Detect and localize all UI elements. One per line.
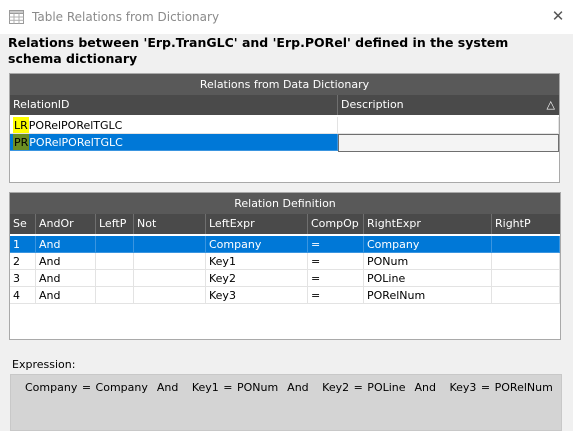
column-header-leftexpr[interactable]: LeftExpr	[206, 214, 308, 234]
not-cell	[134, 270, 206, 287]
expression-label: Expression:	[12, 358, 76, 371]
page-title: Relations between 'Erp.TranGLC' and 'Erp…	[8, 35, 509, 66]
column-header-compop[interactable]: CompOp	[308, 214, 364, 234]
description-cell-editor[interactable]	[338, 134, 559, 152]
seq-cell: 4	[10, 287, 36, 304]
column-header-label: Not	[137, 217, 157, 230]
title-bar: Table Relations from Dictionary ✕	[0, 0, 573, 34]
column-header-relationid[interactable]: RelationID	[10, 95, 338, 115]
leftp-cell	[96, 236, 134, 253]
sort-ascending-icon: △	[546, 98, 555, 111]
leftp-cell	[96, 253, 134, 270]
column-header-label: LeftP	[99, 217, 127, 230]
column-header-rightexpr[interactable]: RightExpr	[364, 214, 492, 234]
column-header-label: RightExpr	[367, 217, 421, 230]
definition-grid-title: Relation Definition	[10, 193, 560, 214]
rightp-cell	[492, 270, 560, 287]
not-cell	[134, 253, 206, 270]
column-header-description[interactable]: Description △	[338, 95, 559, 115]
relations-grid: Relations from Data Dictionary RelationI…	[9, 73, 560, 183]
table-icon	[9, 10, 24, 24]
relationid-cell: PRPORelPORelTGLC	[10, 134, 338, 151]
rightp-cell	[492, 253, 560, 270]
expression-text: Company = Company And Key1 = PONum And K…	[25, 381, 553, 394]
column-header-label: RightP	[495, 217, 531, 230]
definition-grid-header: Se AndOr LeftP Not LeftExpr CompOp Right…	[10, 214, 560, 234]
column-header-andor[interactable]: AndOr	[36, 214, 96, 234]
rightexpr-cell: PORelNum	[364, 287, 492, 304]
column-header-label: AndOr	[39, 217, 74, 230]
compop-cell: =	[308, 287, 364, 304]
table-row[interactable]: 4 And Key3 = PORelNum	[10, 287, 560, 304]
table-row[interactable]: PRPORelPORelTGLC	[10, 134, 559, 152]
leftexpr-cell: Company	[206, 236, 308, 253]
description-cell	[338, 117, 559, 134]
column-header-label: CompOp	[311, 217, 359, 230]
column-header-label: RelationID	[13, 98, 70, 111]
relationid-cell: LRPORelPORelTGLC	[10, 117, 338, 134]
column-header-label: Se	[13, 217, 27, 230]
relation-id-text: PORelPORelTGLC	[28, 119, 123, 132]
andor-cell: And	[36, 287, 96, 304]
andor-cell: And	[36, 270, 96, 287]
andor-cell: And	[36, 253, 96, 270]
relations-grid-title: Relations from Data Dictionary	[10, 74, 559, 95]
compop-cell: =	[308, 270, 364, 287]
compop-cell: =	[308, 236, 364, 253]
rightexpr-cell: Company	[364, 236, 492, 253]
relation-prefix-badge: PR	[13, 134, 30, 150]
leftp-cell	[96, 270, 134, 287]
column-header-seq[interactable]: Se	[10, 214, 36, 234]
seq-cell: 1	[10, 236, 36, 253]
leftexpr-cell: Key3	[206, 287, 308, 304]
table-row[interactable]: 1 And Company = Company	[10, 236, 560, 253]
expression-text-area[interactable]: Company = Company And Key1 = PONum And K…	[10, 374, 562, 431]
leftexpr-cell: Key1	[206, 253, 308, 270]
relations-grid-header: RelationID Description △	[10, 95, 559, 115]
definition-grid: Relation Definition Se AndOr LeftP Not L…	[9, 192, 561, 340]
seq-cell: 2	[10, 253, 36, 270]
rightexpr-cell: POLine	[364, 270, 492, 287]
rightp-cell	[492, 236, 560, 253]
seq-cell: 3	[10, 270, 36, 287]
leftexpr-cell: Key2	[206, 270, 308, 287]
relation-prefix-badge: LR	[13, 117, 29, 133]
leftp-cell	[96, 287, 134, 304]
not-cell	[134, 236, 206, 253]
column-header-leftp[interactable]: LeftP	[96, 214, 134, 234]
column-header-label: Description	[341, 98, 404, 111]
column-header-label: LeftExpr	[209, 217, 255, 230]
table-row[interactable]: 2 And Key1 = PONum	[10, 253, 560, 270]
not-cell	[134, 287, 206, 304]
close-icon[interactable]: ✕	[548, 6, 568, 26]
rightp-cell	[492, 287, 560, 304]
window-title: Table Relations from Dictionary	[32, 10, 220, 24]
andor-cell: And	[36, 236, 96, 253]
column-header-rightp[interactable]: RightP	[492, 214, 560, 234]
rightexpr-cell: PONum	[364, 253, 492, 270]
relation-id-text: PORelPORelTGLC	[29, 136, 123, 149]
table-row[interactable]: 3 And Key2 = POLine	[10, 270, 560, 287]
column-header-not[interactable]: Not	[134, 214, 206, 234]
table-row[interactable]: LRPORelPORelTGLC	[10, 117, 559, 134]
compop-cell: =	[308, 253, 364, 270]
